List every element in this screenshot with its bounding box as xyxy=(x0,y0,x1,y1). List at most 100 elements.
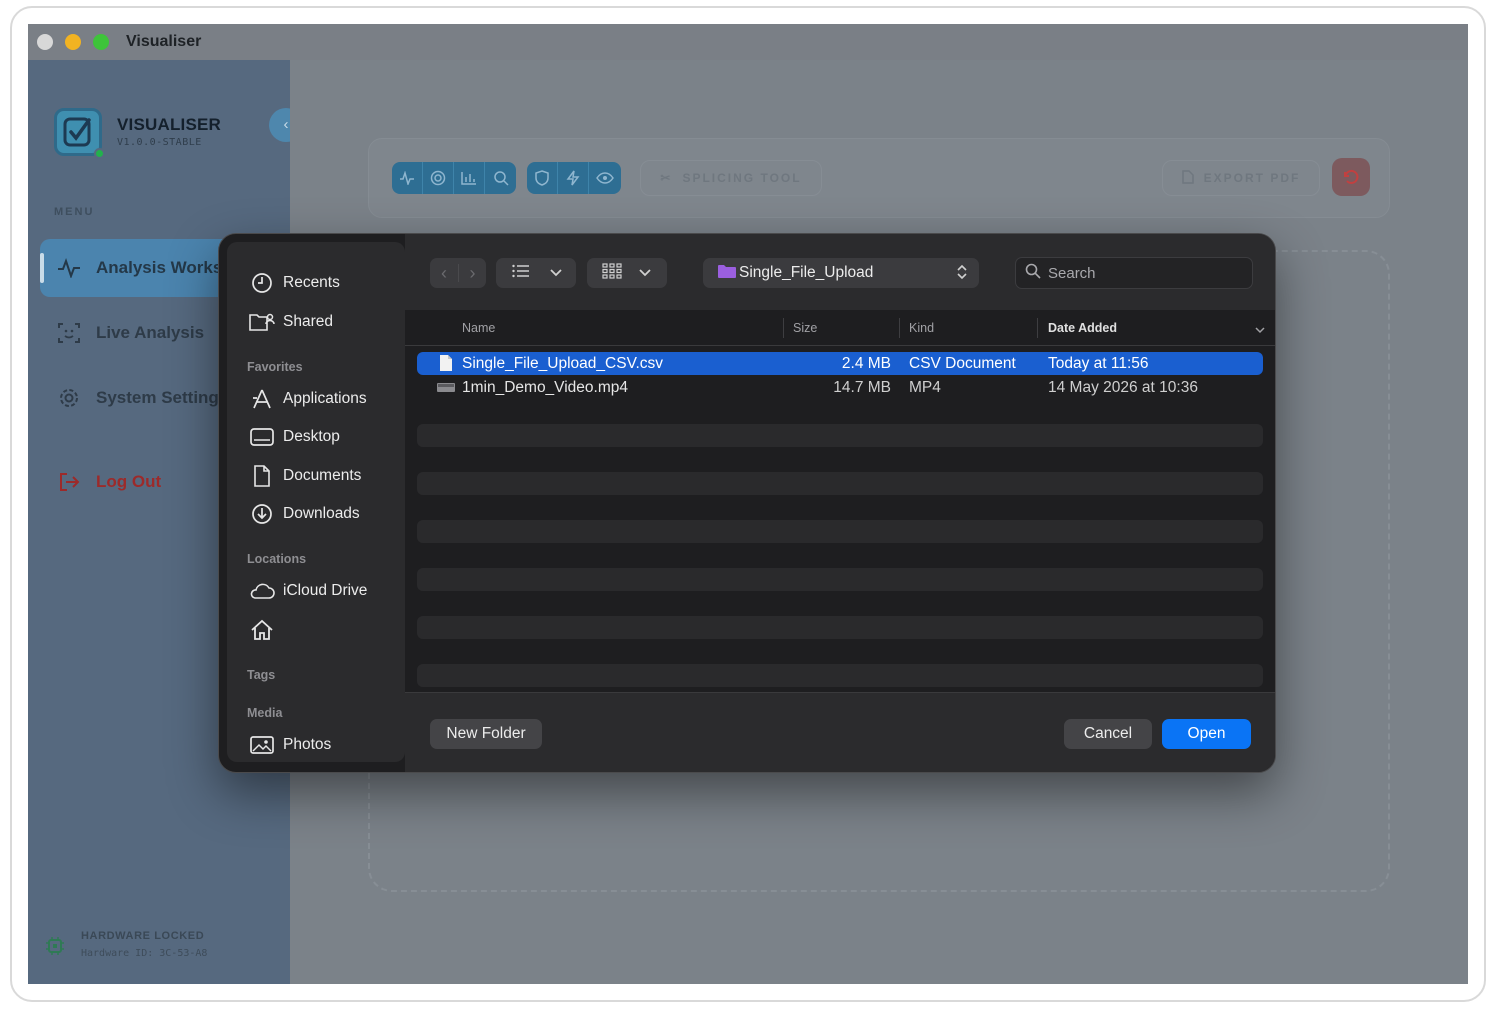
file-kind: CSV Document xyxy=(909,355,1016,372)
scan-face-icon xyxy=(56,320,82,346)
column-date-added[interactable]: Date Added xyxy=(1048,321,1117,335)
lightning-icon xyxy=(566,170,580,186)
video-file-icon xyxy=(437,381,455,399)
sidebar-item-icloud-drive[interactable]: iCloud Drive xyxy=(249,580,367,602)
window-title: Visualiser xyxy=(126,33,202,50)
folder-icon xyxy=(718,264,737,283)
document-icon xyxy=(249,465,275,487)
menu-heading: MENU xyxy=(54,206,95,218)
dialog-toolbar: ‹ › Single_File_Upload Search xyxy=(405,234,1275,310)
minimize-window-button[interactable] xyxy=(65,34,81,50)
current-folder-name: Single_File_Upload xyxy=(739,264,874,281)
dialog-footer: New Folder Cancel Open xyxy=(405,692,1275,772)
chart-tool-button[interactable] xyxy=(454,162,485,194)
sidebar-item-desktop[interactable]: Desktop xyxy=(249,426,340,448)
logout-icon xyxy=(56,469,82,495)
file-name: 1min_Demo_Video.mp4 xyxy=(462,379,629,396)
column-divider xyxy=(899,318,900,338)
empty-row xyxy=(417,472,1263,495)
chevron-left-icon: ‹ xyxy=(283,116,289,133)
download-icon xyxy=(249,503,275,525)
file-row[interactable]: 1min_Demo_Video.mp4 14.7 MB MP4 14 May 2… xyxy=(417,376,1263,399)
grid-view-icon xyxy=(602,262,622,284)
sort-chevron-icon xyxy=(1255,323,1265,337)
shield-icon xyxy=(535,170,549,186)
sidebar-item-home[interactable] xyxy=(249,619,283,641)
history-nav: ‹ › xyxy=(430,258,486,288)
file-date: Today at 11:56 xyxy=(1048,355,1149,372)
nav-label: System Settings xyxy=(96,388,229,407)
locations-heading: Locations xyxy=(247,552,307,566)
nav-label: Log Out xyxy=(96,472,162,491)
column-kind[interactable]: Kind xyxy=(909,321,934,335)
column-header: Name Size Kind Date Added xyxy=(405,310,1275,346)
analysis-tool-group xyxy=(392,162,516,194)
bar-chart-icon xyxy=(461,172,476,185)
cancel-button[interactable]: Cancel xyxy=(1064,719,1152,749)
empty-row xyxy=(417,424,1263,447)
search-field[interactable]: Search xyxy=(1015,257,1253,289)
sidebar-item-applications[interactable]: Applications xyxy=(249,388,367,410)
sidebar-item-shared[interactable]: Shared xyxy=(249,311,333,333)
search-icon xyxy=(493,171,509,186)
empty-row xyxy=(417,664,1263,687)
group-by-button[interactable] xyxy=(587,258,667,288)
file-name: Single_File_Upload_CSV.csv xyxy=(462,355,664,372)
file-size: 2.4 MB xyxy=(841,355,891,372)
brand-name: VISUALISER xyxy=(117,115,222,134)
shared-folder-icon xyxy=(249,311,275,333)
gear-icon xyxy=(56,385,82,411)
maximize-window-button[interactable] xyxy=(93,34,109,50)
document-icon xyxy=(1181,169,1194,187)
dialog-sidebar: Recents Shared Favorites Applications De… xyxy=(227,242,405,762)
reset-button[interactable] xyxy=(1332,158,1370,196)
hardware-locked-label: HARDWARE LOCKED xyxy=(81,930,205,942)
sidebar-item-downloads[interactable]: Downloads xyxy=(249,503,360,525)
new-folder-button[interactable]: New Folder xyxy=(430,719,542,749)
empty-row xyxy=(417,616,1263,639)
sidebar-item-recents[interactable]: Recents xyxy=(249,272,340,294)
open-button[interactable]: Open xyxy=(1162,719,1251,749)
applications-icon xyxy=(249,388,275,410)
path-popup[interactable]: Single_File_Upload xyxy=(703,258,979,288)
sidebar-item-photos[interactable]: Photos xyxy=(249,734,331,756)
forward-button[interactable]: › xyxy=(459,263,486,284)
title-bar: Visualiser xyxy=(28,24,1468,60)
file-kind: MP4 xyxy=(909,379,941,396)
tags-heading: Tags xyxy=(247,668,276,682)
security-tool-group xyxy=(527,162,621,194)
file-size: 14.7 MB xyxy=(833,379,891,396)
target-tool-button[interactable] xyxy=(423,162,454,194)
sidebar-item-documents[interactable]: Documents xyxy=(249,465,361,487)
shield-tool-button[interactable] xyxy=(527,162,558,194)
search-tool-button[interactable] xyxy=(485,162,516,194)
list-view-icon xyxy=(512,264,530,283)
activity-icon xyxy=(400,171,414,185)
eye-icon xyxy=(595,172,614,184)
search-placeholder: Search xyxy=(1048,264,1096,282)
column-name[interactable]: Name xyxy=(462,321,495,335)
hardware-id: Hardware ID: 3C-53-A8 xyxy=(81,948,208,959)
open-file-dialog: Recents Shared Favorites Applications De… xyxy=(218,233,1276,773)
splicing-tool-button[interactable]: ✂ SPLICING TOOL xyxy=(640,160,822,196)
file-row[interactable]: Single_File_Upload_CSV.csv 2.4 MB CSV Do… xyxy=(417,352,1263,375)
waveform-tool-button[interactable] xyxy=(392,162,423,194)
close-window-button[interactable] xyxy=(37,34,53,50)
up-down-chevron-icon xyxy=(957,264,967,285)
activity-icon xyxy=(56,255,82,281)
nav-label: Live Analysis xyxy=(96,323,205,342)
empty-row xyxy=(417,568,1263,591)
flash-tool-button[interactable] xyxy=(558,162,589,194)
cloud-icon xyxy=(249,580,275,602)
view-tool-button[interactable] xyxy=(589,162,620,194)
desktop-icon xyxy=(249,426,275,448)
clock-icon xyxy=(249,272,275,294)
rotate-ccw-icon xyxy=(1344,169,1359,184)
view-mode-button[interactable] xyxy=(496,258,576,288)
csv-file-icon xyxy=(439,354,453,377)
column-size[interactable]: Size xyxy=(793,321,817,335)
back-button[interactable]: ‹ xyxy=(430,263,458,284)
export-pdf-button[interactable]: EXPORT PDF xyxy=(1162,160,1320,196)
chevron-down-icon xyxy=(639,264,651,282)
photo-icon xyxy=(249,734,275,756)
